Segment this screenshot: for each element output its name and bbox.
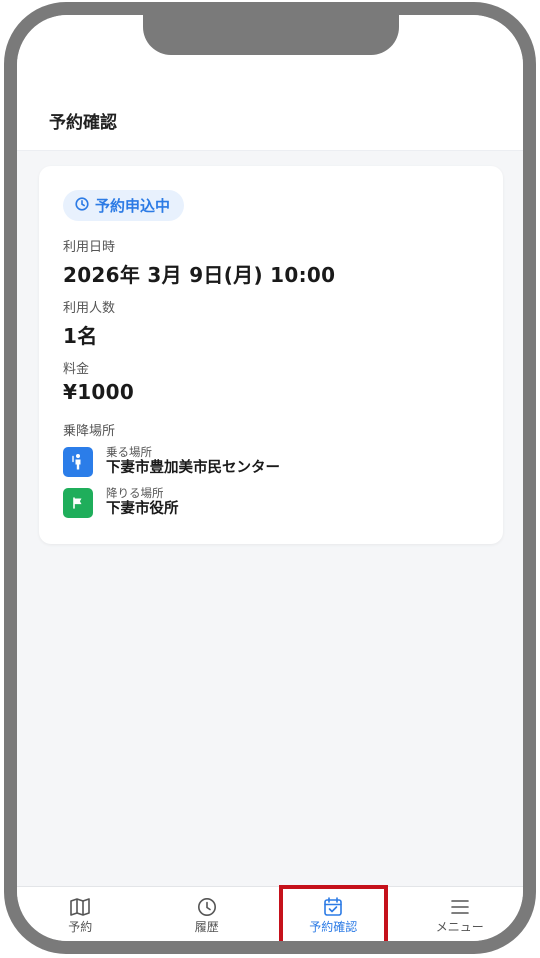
fee-value: ¥1000 <box>63 380 135 404</box>
tab-reserve-label: 予約 <box>68 920 93 934</box>
clock-icon <box>75 196 89 215</box>
dropoff-name: 下妻市役所 <box>106 501 179 517</box>
dropoff-place: 降りる場所 下妻市役所 <box>63 486 179 519</box>
people-label: 利用人数 <box>63 301 116 316</box>
tab-menu[interactable]: メニュー <box>397 887 524 941</box>
status-badge: 予約申込中 <box>63 190 185 221</box>
tab-history-label: 履歴 <box>194 920 219 934</box>
dropoff-label: 降りる場所 <box>106 486 164 500</box>
bottom-tab-bar: 予約 履歴 予約確認 メニュー <box>17 885 524 941</box>
tab-menu-label: メニュー <box>435 920 484 934</box>
status-text: 予約申込中 <box>95 197 171 215</box>
phone-frame: 予約確認 予約申込中 利用日時 2026年 3月 9日(月) 10:00 利用人… <box>4 2 536 954</box>
datetime-label: 利用日時 <box>63 240 116 255</box>
page-title: 予約確認 <box>49 113 117 133</box>
flag-icon <box>63 487 93 518</box>
datetime-value: 2026年 3月 9日(月) 10:00 <box>63 263 336 287</box>
clock-icon <box>196 897 218 917</box>
fee-label: 料金 <box>63 362 90 377</box>
pickup-place: 乗る場所 下妻市豊加美市民センター <box>63 445 280 478</box>
tab-reservation-check[interactable]: 予約確認 <box>270 885 397 941</box>
person-pin-icon <box>63 446 93 477</box>
tab-history[interactable]: 履歴 <box>144 887 271 941</box>
pickup-name: 下妻市豊加美市民センター <box>106 460 280 476</box>
pickup-label: 乗る場所 <box>106 445 152 459</box>
notch <box>143 15 399 55</box>
people-value: 1名 <box>63 324 98 348</box>
tab-reservation-check-label: 予約確認 <box>309 920 358 934</box>
screen: 予約確認 予約申込中 利用日時 2026年 3月 9日(月) 10:00 利用人… <box>17 15 523 941</box>
map-icon <box>69 897 91 917</box>
menu-icon <box>449 897 471 917</box>
places-label: 乗降場所 <box>63 424 116 439</box>
calendar-check-icon <box>322 897 344 917</box>
reservation-card: 予約申込中 利用日時 2026年 3月 9日(月) 10:00 利用人数 1名 … <box>39 166 503 544</box>
tab-reserve[interactable]: 予約 <box>17 887 144 941</box>
